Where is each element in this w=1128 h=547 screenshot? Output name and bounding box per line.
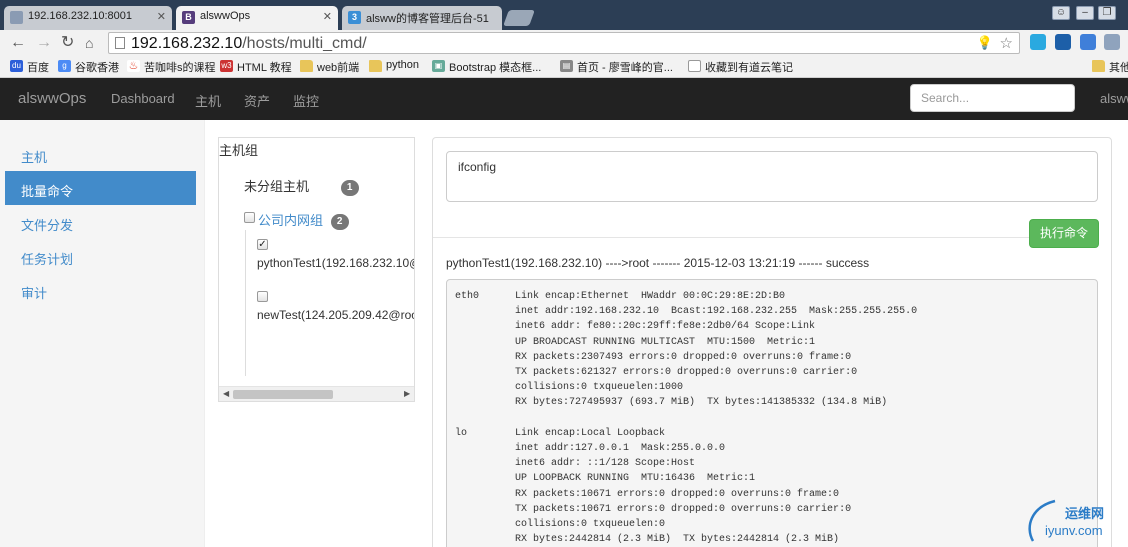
bookmark-folder[interactable]: web前端	[300, 59, 359, 75]
bulb-icon[interactable]: 💡	[977, 35, 993, 51]
host-group-panel: 主机组 未分组主机 1 公司内网组 2 ✓ pythonTest1(192.16…	[218, 137, 415, 402]
star-icon[interactable]: ☆	[1000, 34, 1013, 52]
sidebar-item-hosts[interactable]: 主机	[5, 137, 196, 171]
nav-assets[interactable]: 资产	[244, 91, 270, 110]
home-icon[interactable]: ⌂	[85, 34, 93, 52]
search-input[interactable]: Search...	[910, 84, 1075, 112]
host-group-company-intranet[interactable]: 公司内网组 2	[258, 210, 349, 230]
group-checkbox[interactable]	[244, 212, 255, 223]
bookmark[interactable]: ♨ 苦咖啡s的课程	[127, 59, 216, 75]
bookmark-page-icon: ▣	[432, 60, 445, 72]
user-menu[interactable]: alsww	[1100, 91, 1128, 106]
divider	[433, 237, 1029, 238]
extension-icon[interactable]	[1080, 34, 1096, 50]
extension-icon[interactable]	[1055, 34, 1071, 50]
blog-icon: 3	[348, 11, 361, 24]
scroll-thumb[interactable]	[233, 390, 333, 399]
watermark: 运维网 iyunv.com	[1025, 497, 1125, 543]
watermark-url: iyunv.com	[1045, 523, 1103, 538]
page-icon	[688, 60, 701, 72]
host-item[interactable]: pythonTest1(192.168.232.10@root)	[257, 256, 414, 270]
back-icon[interactable]: ←	[10, 34, 26, 52]
extension-icon[interactable]	[1030, 34, 1046, 50]
watermark-name: 运维网	[1065, 506, 1105, 521]
google-icon: g	[58, 60, 71, 72]
execute-command-button[interactable]: 执行命令	[1029, 219, 1099, 248]
page-info-icon	[115, 37, 125, 49]
bookmark-folder[interactable]: python	[369, 59, 419, 72]
command-input[interactable]: ifconfig	[446, 151, 1098, 202]
sidebar-item-audit[interactable]: 审计	[5, 273, 196, 307]
browser-tab-active[interactable]: B alswwOps ✕	[176, 6, 338, 30]
new-tab-button[interactable]	[503, 10, 535, 26]
host-checkbox[interactable]	[257, 291, 268, 302]
horizontal-scrollbar[interactable]: ◀ ▶	[219, 386, 414, 401]
bookmark[interactable]: g 谷歌香港	[58, 59, 119, 75]
close-icon[interactable]: ✕	[323, 10, 332, 23]
url-text: 192.168.232.10/hosts/multi_cmd/	[131, 35, 367, 52]
address-bar[interactable]: 192.168.232.10/hosts/multi_cmd/ 💡 ☆	[108, 32, 1020, 54]
group-label: 未分组主机	[244, 179, 310, 194]
count-badge: 1	[340, 179, 359, 196]
tree-line	[245, 230, 246, 376]
reload-icon[interactable]: ↻	[61, 34, 74, 52]
bookmark[interactable]: 收藏到有道云笔记	[688, 59, 793, 75]
panel-title: 主机组	[219, 143, 259, 158]
user-icon[interactable]: ☺	[1052, 6, 1070, 20]
bootstrap-icon: B	[182, 11, 195, 24]
folder-icon	[300, 60, 313, 72]
nav-hosts[interactable]: 主机	[195, 91, 221, 110]
baidu-icon: du	[10, 60, 23, 72]
command-panel: ifconfig 执行命令 pythonTest1(192.168.232.10…	[432, 137, 1112, 547]
bookmark[interactable]: du 百度	[10, 59, 49, 75]
browser-tab[interactable]: 3 alsww的博客管理后台-51	[342, 6, 502, 30]
forward-icon[interactable]: →	[36, 34, 52, 52]
bookmark[interactable]: ▤ 首页 - 廖雪峰的官...	[560, 59, 673, 75]
sidebar-item-batch-command[interactable]: 批量命令	[5, 171, 196, 205]
tab-title: 192.168.232.10:8001	[28, 10, 132, 22]
scroll-right-icon[interactable]: ▶	[404, 389, 410, 398]
page-icon	[10, 11, 23, 24]
sidebar-item-task-schedule[interactable]: 任务计划	[5, 239, 196, 273]
group-label: 公司内网组	[258, 213, 324, 228]
ungrouped-hosts[interactable]: 未分组主机 1	[244, 176, 359, 196]
nav-monitor[interactable]: 监控	[293, 91, 319, 110]
tab-title: alsww的博客管理后台-51	[366, 13, 489, 25]
nav-dashboard[interactable]: Dashboard	[111, 91, 175, 106]
sidebar-item-file-distribution[interactable]: 文件分发	[5, 205, 196, 239]
folder-icon	[1092, 60, 1105, 72]
folder-icon	[369, 60, 382, 72]
app-navbar: alswwOps Dashboard 主机 资产 监控 Search... al…	[0, 78, 1128, 120]
menu-icon[interactable]	[1104, 34, 1120, 50]
command-output: eth0 Link encap:Ethernet HWaddr 00:0C:29…	[446, 279, 1098, 547]
host-checkbox[interactable]: ✓	[257, 239, 268, 250]
bookmarks-bar: du 百度 g 谷歌香港 ♨ 苦咖啡s的课程 w3 HTML 教程 web前端 pyth…	[0, 56, 1128, 78]
flame-icon: ♨	[127, 60, 140, 72]
close-icon[interactable]: ✕	[157, 10, 166, 23]
minimize-icon[interactable]: –	[1076, 6, 1094, 20]
browser-toolbar: ← → ↻ ⌂ 192.168.232.10/hosts/multi_cmd/ …	[0, 30, 1128, 56]
browser-tab-strip: 192.168.232.10:8001 ✕ B alswwOps ✕ 3 als…	[0, 0, 1128, 30]
bookmark[interactable]: ▣ Bootstrap 模态框...	[432, 59, 541, 75]
bookmark-folder[interactable]: 其他	[1092, 59, 1128, 75]
bookmark-page-icon: ▤	[560, 60, 573, 72]
browser-tab[interactable]: 192.168.232.10:8001 ✕	[4, 6, 172, 30]
count-badge: 2	[330, 213, 349, 230]
result-header: pythonTest1(192.168.232.10) ---->root --…	[446, 256, 870, 270]
brand[interactable]: alswwOps	[18, 90, 86, 107]
bookmark[interactable]: w3 HTML 教程	[220, 59, 292, 75]
scroll-left-icon[interactable]: ◀	[223, 389, 229, 398]
host-item[interactable]: newTest(124.205.209.42@root)	[257, 308, 414, 322]
w3-icon: w3	[220, 60, 233, 72]
restore-icon[interactable]: ❐	[1098, 6, 1116, 20]
sidebar: 主机 批量命令 文件分发 任务计划 审计	[0, 120, 205, 547]
tab-title: alswwOps	[200, 10, 251, 22]
